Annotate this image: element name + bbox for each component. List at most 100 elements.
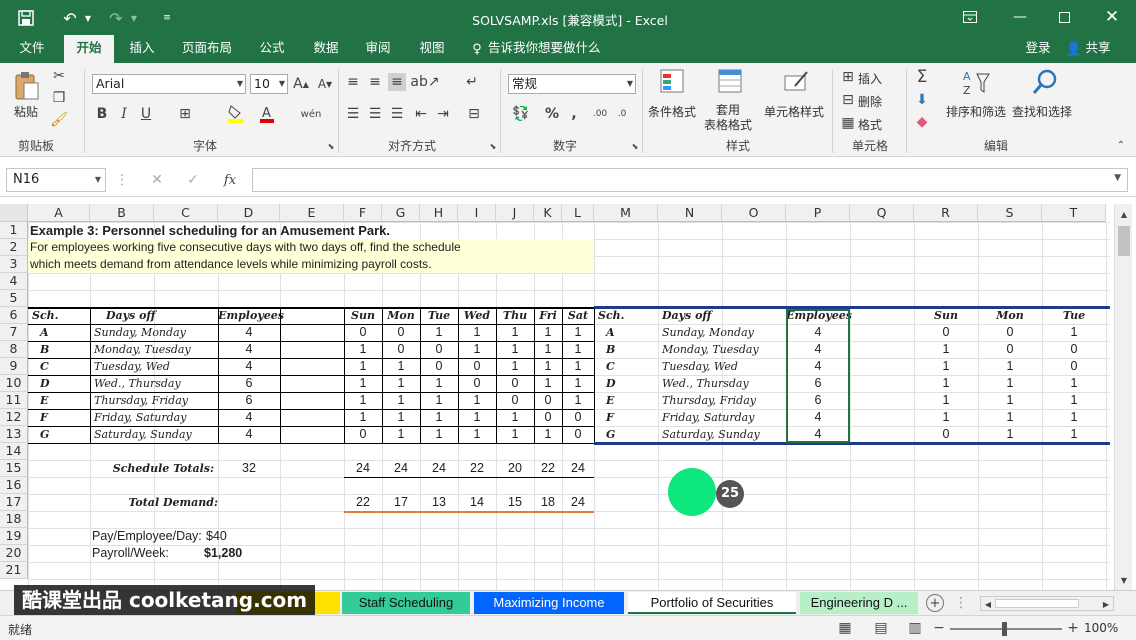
minimize-icon[interactable]: — xyxy=(1008,8,1032,26)
format-cells-button[interactable]: 格式 xyxy=(858,116,882,133)
find-select-icon[interactable] xyxy=(1030,67,1060,97)
worksheet-grid[interactable]: Example 3: Personnel scheduling for an A… xyxy=(28,222,1110,590)
row-header-3[interactable]: 3 xyxy=(0,256,28,273)
tab-insert[interactable]: 插入 xyxy=(118,35,166,63)
row-header-8[interactable]: 8 xyxy=(0,341,28,358)
sheet-tab-staff-scheduling[interactable]: Staff Scheduling xyxy=(342,592,470,614)
font-name-select[interactable]: Arial ▼ xyxy=(92,74,246,94)
sort-filter-button[interactable]: 排序和筛选 xyxy=(946,103,1006,120)
save-icon[interactable] xyxy=(16,8,36,28)
tab-formulas[interactable]: 公式 xyxy=(248,35,296,63)
tab-page-layout[interactable]: 页面布局 xyxy=(174,35,240,63)
zoom-level[interactable]: 100% xyxy=(1084,621,1118,635)
login-link[interactable]: 登录 xyxy=(1018,35,1058,63)
format-as-table-icon[interactable] xyxy=(716,67,746,97)
sheet-tab-portfolio[interactable]: Portfolio of Securities xyxy=(628,592,796,614)
font-color-icon[interactable]: A xyxy=(258,103,276,125)
zoom-slider-thumb[interactable] xyxy=(1002,622,1007,636)
tab-data[interactable]: 数据 xyxy=(302,35,350,63)
sheet-tabs-more-icon[interactable]: ⋮ xyxy=(954,594,968,612)
column-header-M[interactable]: M xyxy=(594,204,658,222)
tab-file[interactable]: 文件 xyxy=(8,35,56,63)
underline-icon[interactable]: U xyxy=(138,105,154,123)
select-all-corner[interactable] xyxy=(0,204,28,222)
column-header-H[interactable]: H xyxy=(420,204,458,222)
scroll-down-icon[interactable]: ▼ xyxy=(1118,574,1130,586)
align-center-icon[interactable]: ☰ xyxy=(366,105,384,123)
row-header-17[interactable]: 17 xyxy=(0,494,28,511)
row-header-2[interactable]: 2 xyxy=(0,239,28,256)
align-left-icon[interactable]: ☰ xyxy=(344,105,362,123)
column-header-C[interactable]: C xyxy=(154,204,218,222)
row-header-7[interactable]: 7 xyxy=(0,324,28,341)
redo-dropdown-icon[interactable]: ▼ xyxy=(128,8,140,28)
row-header-10[interactable]: 10 xyxy=(0,375,28,392)
zoom-out-icon[interactable]: − xyxy=(932,620,946,636)
cell-styles-button[interactable]: 单元格样式 xyxy=(764,103,824,120)
column-header-D[interactable]: D xyxy=(218,204,280,222)
scroll-left-icon[interactable]: ◀ xyxy=(983,598,993,610)
undo-icon[interactable]: ↶ xyxy=(60,8,80,28)
tab-view[interactable]: 视图 xyxy=(408,35,456,63)
paste-label[interactable]: 粘贴 xyxy=(14,103,38,120)
page-break-view-icon[interactable]: ▥ xyxy=(906,620,924,636)
decrease-decimal-icon[interactable]: .0 xyxy=(612,105,632,123)
clear-icon[interactable]: ◆ xyxy=(912,113,932,131)
column-header-P[interactable]: P xyxy=(786,204,850,222)
row-header-16[interactable]: 16 xyxy=(0,477,28,494)
decrease-font-icon[interactable]: A ▼ xyxy=(316,75,334,93)
close-icon[interactable]: ✕ xyxy=(1100,6,1124,28)
normal-view-icon[interactable]: ▦ xyxy=(836,620,854,636)
increase-indent-icon[interactable]: ⇥ xyxy=(434,105,452,123)
percent-style-icon[interactable]: % xyxy=(544,105,560,123)
column-header-N[interactable]: N xyxy=(658,204,722,222)
page-layout-view-icon[interactable]: ▤ xyxy=(872,620,890,636)
row-header-13[interactable]: 13 xyxy=(0,426,28,443)
align-top-icon[interactable]: ≡ xyxy=(344,73,362,91)
row-header-19[interactable]: 19 xyxy=(0,528,28,545)
insert-cells-button[interactable]: 插入 xyxy=(858,70,882,87)
copy-icon[interactable]: ❐ xyxy=(50,89,68,107)
row-header-4[interactable]: 4 xyxy=(0,273,28,290)
increase-decimal-icon[interactable]: .00 xyxy=(590,105,610,123)
scroll-up-icon[interactable]: ▲ xyxy=(1118,208,1130,220)
row-header-9[interactable]: 9 xyxy=(0,358,28,375)
row-header-5[interactable]: 5 xyxy=(0,290,28,307)
customize-qat-icon[interactable]: ≡ xyxy=(160,8,174,28)
borders-icon[interactable]: ⊞ xyxy=(176,105,194,123)
horizontal-scroll-thumb[interactable] xyxy=(995,599,1079,608)
column-header-R[interactable]: R xyxy=(914,204,978,222)
undo-dropdown-icon[interactable]: ▼ xyxy=(82,8,94,28)
column-header-F[interactable]: F xyxy=(344,204,382,222)
align-middle-icon[interactable]: ≡ xyxy=(366,73,384,91)
decrease-indent-icon[interactable]: ⇤ xyxy=(412,105,430,123)
align-right-icon[interactable]: ☰ xyxy=(388,105,406,123)
phonetic-icon[interactable]: wén xyxy=(301,103,322,125)
bold-icon[interactable]: B xyxy=(94,105,110,123)
row-header-21[interactable]: 21 xyxy=(0,562,28,579)
tell-me-input[interactable]: 告诉我你想要做什么 xyxy=(488,35,608,63)
row-header-11[interactable]: 11 xyxy=(0,392,28,409)
alignment-dialog-launcher-icon[interactable]: ⬊ xyxy=(488,141,498,151)
collapse-ribbon-icon[interactable]: ⌃ xyxy=(1114,139,1128,151)
column-header-K[interactable]: K xyxy=(534,204,562,222)
horizontal-scrollbar[interactable]: ◀ ▶ xyxy=(980,596,1114,611)
sheet-tab-maximizing-income[interactable]: Maximizing Income xyxy=(474,592,624,614)
increase-font-icon[interactable]: A ▲ xyxy=(292,75,310,93)
sheet-tab-engineering[interactable]: Engineering D ... xyxy=(800,592,918,614)
zoom-in-icon[interactable]: + xyxy=(1066,620,1080,636)
paste-icon[interactable] xyxy=(12,69,42,103)
number-format-select[interactable]: 常规 ▼ xyxy=(508,74,636,94)
font-dialog-launcher-icon[interactable]: ⬊ xyxy=(326,141,336,151)
row-header-12[interactable]: 12 xyxy=(0,409,28,426)
vertical-scrollbar[interactable]: ▲ ▼ xyxy=(1114,204,1132,590)
format-cells-icon[interactable]: ▦ xyxy=(840,115,856,131)
column-header-L[interactable]: L xyxy=(562,204,594,222)
cell-styles-icon[interactable] xyxy=(782,67,812,97)
column-header-G[interactable]: G xyxy=(382,204,420,222)
maximize-icon[interactable] xyxy=(1052,8,1076,26)
align-bottom-icon[interactable]: ≡ xyxy=(388,73,406,91)
wrap-text-icon[interactable]: ↵ xyxy=(462,73,482,91)
zoom-slider[interactable] xyxy=(950,622,1062,636)
expand-formula-bar-icon[interactable]: ▼ xyxy=(1114,173,1121,183)
